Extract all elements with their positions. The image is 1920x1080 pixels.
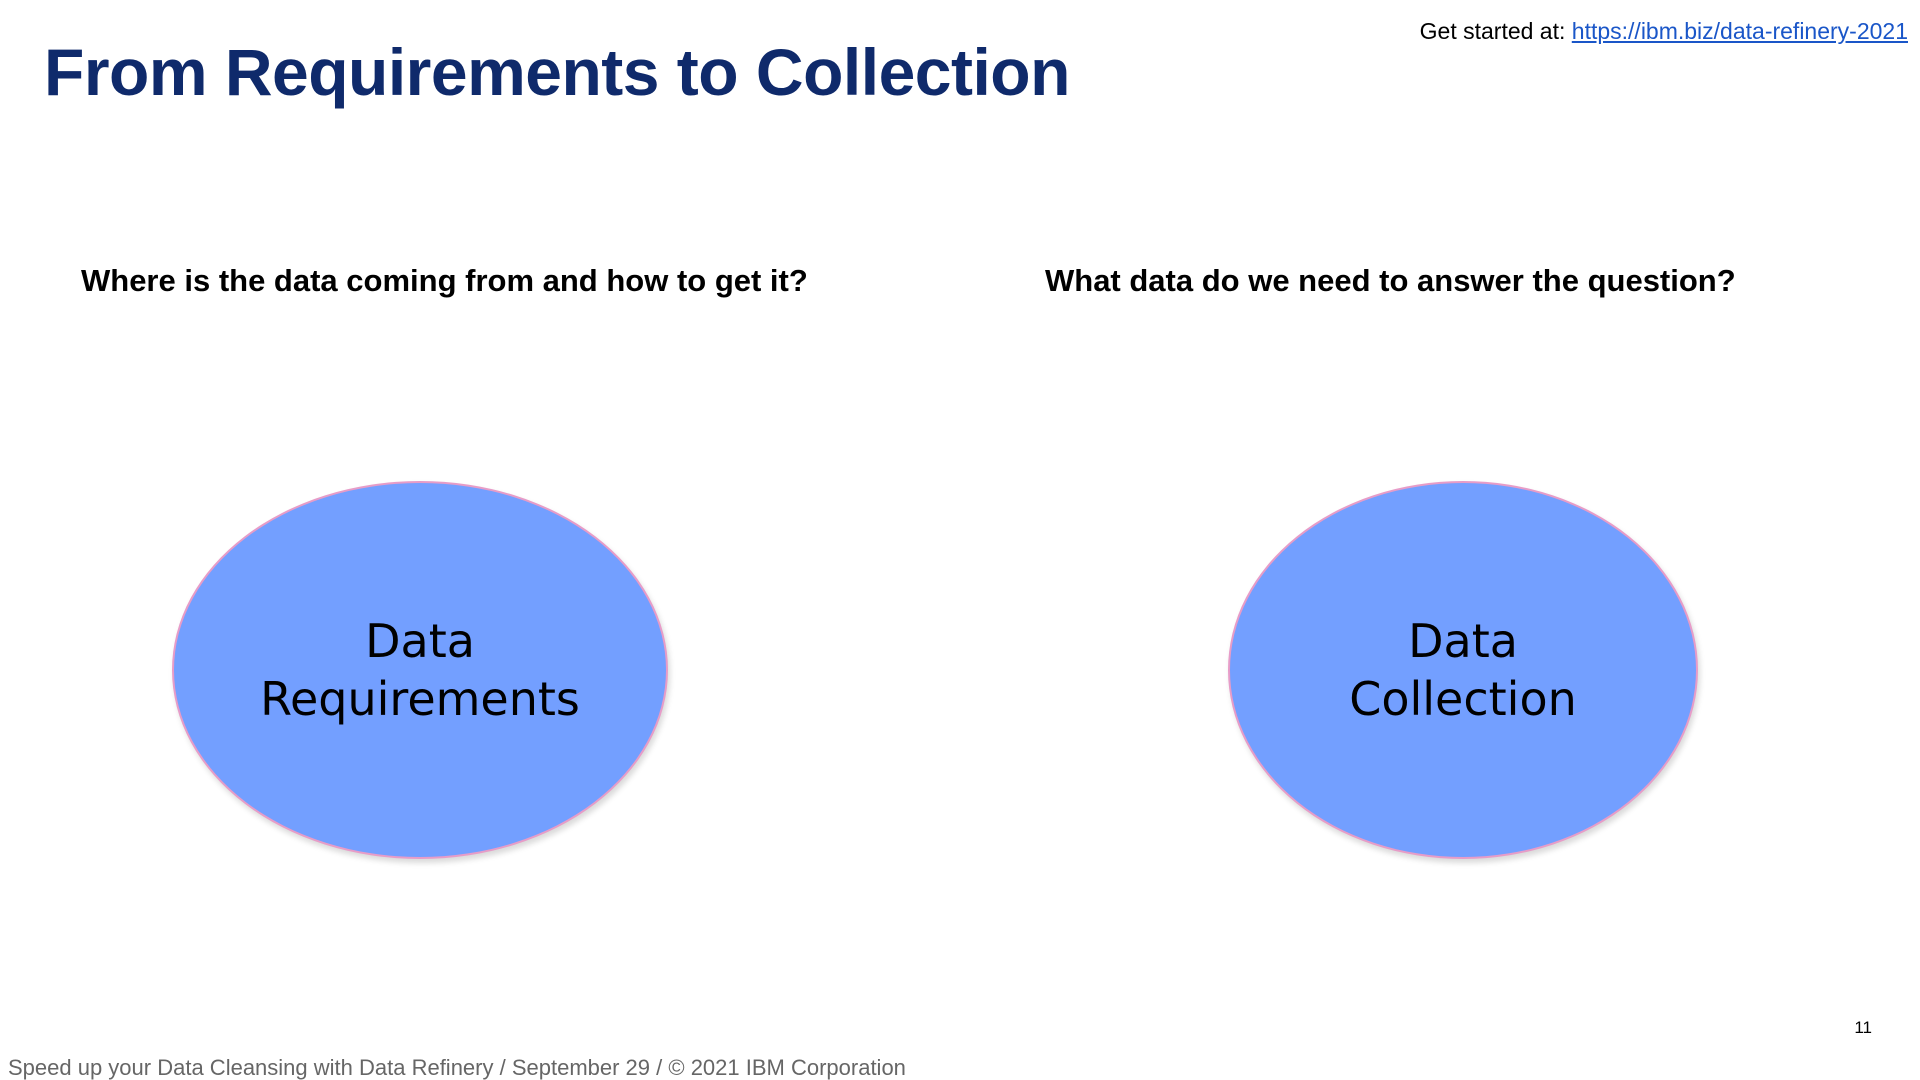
data-collection-line2: Collection xyxy=(1349,672,1577,726)
get-started-note: Get started at: https://ibm.biz/data-ref… xyxy=(1420,18,1908,45)
slide: From Requirements to Collection Get star… xyxy=(0,0,1920,1080)
data-collection-label: Data Collection xyxy=(1349,612,1577,728)
data-requirements-label: Data Requirements xyxy=(260,612,580,728)
get-started-link[interactable]: https://ibm.biz/data-refinery-2021 xyxy=(1572,18,1908,44)
data-requirements-line2: Requirements xyxy=(260,672,580,726)
page-number: 11 xyxy=(1854,1018,1872,1037)
question-right: What data do we need to answer the quest… xyxy=(1045,263,1736,298)
data-requirements-ellipse: Data Requirements xyxy=(172,481,668,859)
data-requirements-line1: Data xyxy=(365,614,475,668)
data-collection-line1: Data xyxy=(1408,614,1518,668)
question-left: Where is the data coming from and how to… xyxy=(81,263,808,298)
data-collection-ellipse: Data Collection xyxy=(1228,481,1698,859)
footer-text: Speed up your Data Cleansing with Data R… xyxy=(8,1055,906,1080)
get-started-label: Get started at: xyxy=(1419,18,1566,44)
slide-title: From Requirements to Collection xyxy=(44,35,1070,109)
